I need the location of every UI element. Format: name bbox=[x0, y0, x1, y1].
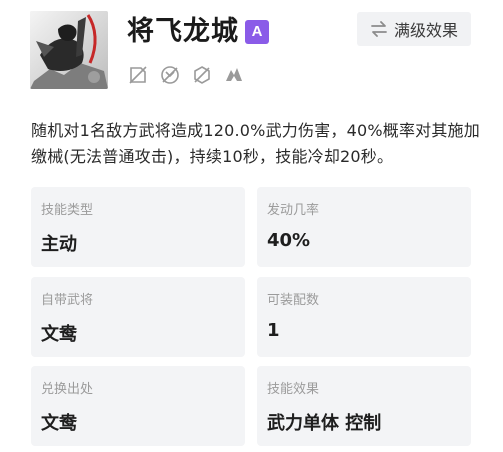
skill-name: 将飞龙城 bbox=[127, 16, 239, 47]
card-skill-type: 技能类型 主动 bbox=[31, 187, 245, 267]
card-label: 发动几率 bbox=[267, 203, 320, 218]
card-value: 主动 bbox=[41, 234, 77, 255]
card-label: 可装配数 bbox=[267, 293, 320, 308]
max-level-effect-button[interactable]: 满级效果 bbox=[357, 12, 471, 46]
card-value: 40% bbox=[267, 230, 311, 251]
max-level-effect-label: 满级效果 bbox=[393, 21, 458, 40]
skill-detail-panel: 将飞龙城 A 满级效果 随机对1名敌方武将造成120.0%武力伤害，40%概率对… bbox=[0, 0, 503, 452]
skill-description: 随机对1名敌方武将造成120.0%武力伤害，40%概率对其施加缴械(无法普通攻击… bbox=[31, 121, 480, 166]
card-label: 技能类型 bbox=[41, 203, 94, 218]
card-label: 技能效果 bbox=[267, 382, 320, 397]
no-weapon-tag-icon bbox=[127, 64, 149, 86]
grade-badge: A bbox=[245, 20, 269, 44]
skill-tag-icons bbox=[127, 64, 245, 86]
card-value: 武力单体 控制 bbox=[267, 413, 382, 434]
card-value: 1 bbox=[267, 320, 280, 341]
card-exchange-source: 兑换出处 文鸯 bbox=[31, 366, 245, 446]
no-counter-tag-icon bbox=[159, 64, 181, 86]
card-value: 文鸯 bbox=[41, 324, 77, 345]
card-label: 自带武将 bbox=[41, 293, 94, 308]
card-label: 兑换出处 bbox=[41, 382, 94, 397]
card-value: 文鸯 bbox=[41, 413, 77, 434]
card-skill-effect: 技能效果 武力单体 控制 bbox=[257, 366, 471, 446]
no-heal-tag-icon bbox=[191, 64, 213, 86]
skill-thumbnail bbox=[30, 11, 108, 89]
card-equip-count: 可装配数 1 bbox=[257, 277, 471, 357]
card-trigger-rate: 发动几率 40% bbox=[257, 187, 471, 267]
swap-arrows-icon bbox=[370, 21, 388, 37]
troop-tag-icon bbox=[223, 64, 245, 86]
card-own-general: 自带武将 文鸯 bbox=[31, 277, 245, 357]
